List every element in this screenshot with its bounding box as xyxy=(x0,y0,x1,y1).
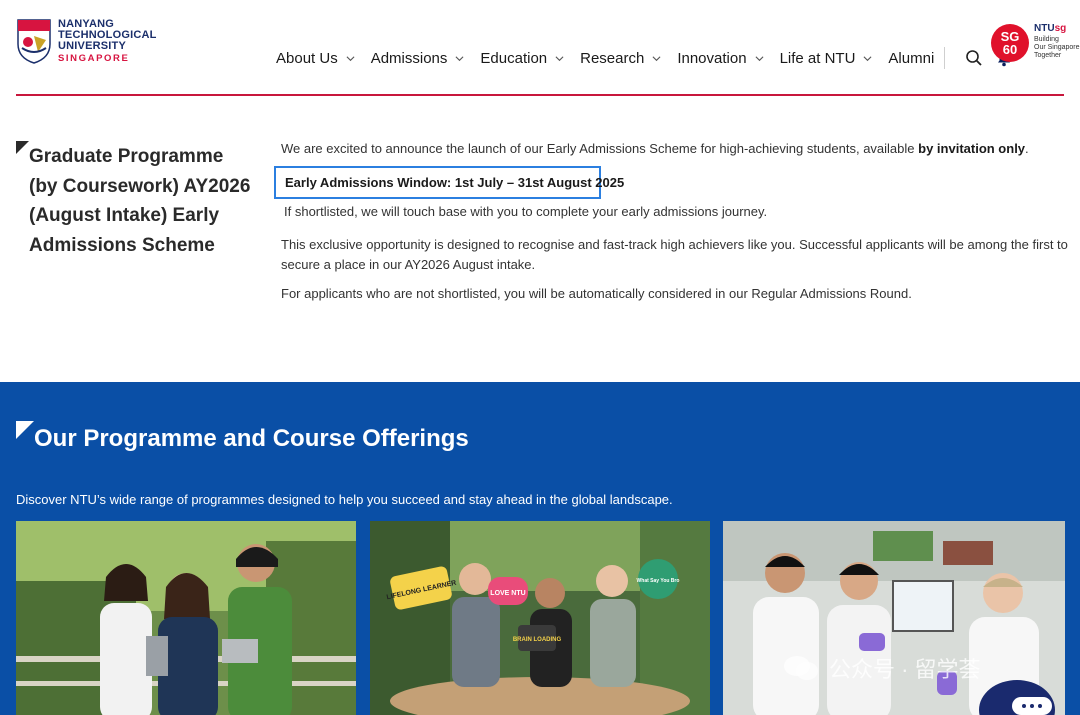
watermark-text: 公众号 · 留学荟 xyxy=(829,657,981,682)
ntusg-logo[interactable]: NTUsg Building Our Singapore Together xyxy=(1034,23,1080,60)
chevron-down-icon xyxy=(652,55,661,61)
sign-text: What Say You Bro xyxy=(637,578,680,584)
corner-mark-icon xyxy=(16,421,34,439)
wechat-icon xyxy=(784,656,818,680)
admissions-window-highlight: Early Admissions Window: 1st July – 31st… xyxy=(274,166,624,199)
site-header: NANYANG TECHNOLOGICAL UNIVERSITY SINGAPO… xyxy=(0,0,1080,96)
search-button[interactable] xyxy=(963,47,985,69)
chevron-down-icon xyxy=(346,55,355,61)
nav-education[interactable]: Education xyxy=(480,50,564,67)
nav-admissions[interactable]: Admissions xyxy=(371,50,465,67)
main-nav: About Us Admissions Education Research I… xyxy=(276,47,1015,69)
intro-paragraph-4: For applicants who are not shortlisted, … xyxy=(281,286,912,301)
nav-label: Research xyxy=(580,49,645,67)
students-with-signs-photo: LIFELONG LEARNER LOVE NTU BRAIN LOADING … xyxy=(370,521,710,715)
intro-paragraph-2: If shortlisted, we will touch base with … xyxy=(284,204,768,219)
chevron-down-icon xyxy=(455,55,464,61)
ntusg-title: NTUsg xyxy=(1034,23,1080,34)
chevron-down-icon xyxy=(755,55,764,61)
students-outdoors-photo xyxy=(16,521,356,715)
chevron-down-icon xyxy=(555,55,564,61)
watermark: 公众号 · 留学荟 xyxy=(783,652,981,684)
programme-card[interactable]: LIFELONG LEARNER LOVE NTU BRAIN LOADING … xyxy=(370,521,710,715)
intro-paragraph-3: This exclusive opportunity is designed t… xyxy=(281,237,1068,272)
nav-innovation[interactable]: Innovation xyxy=(677,49,764,67)
sg60-logo[interactable]: SG 60 xyxy=(991,24,1029,62)
offerings-title: Our Programme and Course Offerings xyxy=(34,425,469,452)
ntu-wordmark[interactable]: NANYANG TECHNOLOGICAL UNIVERSITY SINGAPO… xyxy=(58,19,157,65)
nav-life-at-ntu[interactable]: Life at NTU xyxy=(780,50,873,67)
sign-text: LOVE NTU xyxy=(490,590,525,597)
chat-icon[interactable] xyxy=(1012,697,1052,715)
ntusg-tag: Together xyxy=(1034,52,1062,59)
ntusg-tag: Building xyxy=(1034,36,1059,43)
nav-label: Innovation xyxy=(677,49,747,67)
chat-dot xyxy=(1038,704,1042,708)
intro-paragraph-1: We are excited to announce the launch of… xyxy=(281,141,1029,156)
nav-label: About Us xyxy=(276,49,338,67)
ntusg-tag: Our Singapore xyxy=(1034,44,1080,51)
invitation-emphasis: by invitation only xyxy=(918,141,1026,156)
chat-dot xyxy=(1030,704,1034,708)
nav-label: Education xyxy=(480,49,548,67)
header-divider xyxy=(16,94,1064,96)
sg60-line: 60 xyxy=(1002,42,1018,57)
nav-label: Admissions xyxy=(370,49,448,67)
programme-card[interactable] xyxy=(16,521,356,715)
intro-punct: . xyxy=(1025,141,1029,156)
chevron-down-icon xyxy=(863,55,872,61)
ntu-crest-icon[interactable] xyxy=(16,18,52,64)
nav-research[interactable]: Research xyxy=(580,50,661,67)
intro-text: We are excited to announce the launch of… xyxy=(281,141,919,156)
search-icon xyxy=(966,50,982,66)
scheme-title: Graduate Programme (by Coursework) AY202… xyxy=(29,146,251,256)
sign-text: BRAIN LOADING xyxy=(513,637,562,643)
offerings-description: Discover NTU’s wide range of programmes … xyxy=(16,492,673,507)
nav-label: Alumni xyxy=(888,49,935,67)
chat-dot xyxy=(1022,704,1026,708)
ntusg-suffix: sg xyxy=(1054,23,1067,34)
nav-about-us[interactable]: About Us xyxy=(276,50,355,67)
logo-line: UNIVERSITY xyxy=(58,40,127,52)
nav-label: Life at NTU xyxy=(779,49,856,67)
ntusg-prefix: NTU xyxy=(1034,23,1055,34)
corner-mark-icon xyxy=(16,141,29,154)
nav-divider xyxy=(944,47,946,69)
logo-sub: SINGAPORE xyxy=(58,53,130,64)
nav-alumni[interactable]: Alumni xyxy=(888,50,934,67)
